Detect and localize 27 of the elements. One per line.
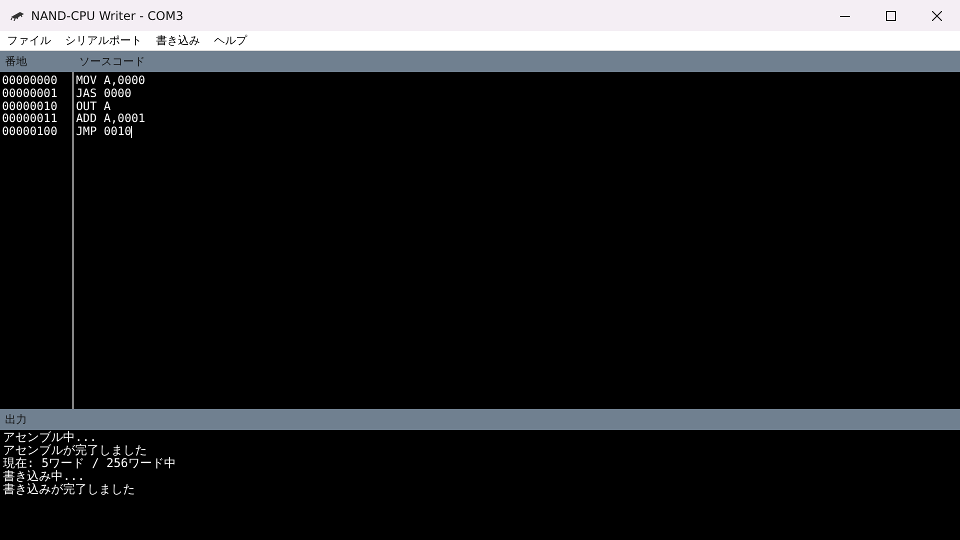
- log-line: アセンブル中...: [3, 431, 98, 444]
- log-line: 書き込み中...: [3, 470, 86, 483]
- address-text: 00000010: [1, 100, 58, 112]
- address-text: 00000100: [1, 125, 58, 138]
- code-line: ADD A,0001: [76, 111, 146, 126]
- code-line: JAS 0000: [76, 86, 132, 100]
- address-text: 00000000: [1, 74, 58, 87]
- maximize-icon: [886, 10, 896, 20]
- log-line: 書き込みが完了しました: [3, 483, 136, 496]
- code-line: OUT A: [76, 98, 111, 113]
- menu-item[interactable]: シリアルポート: [58, 33, 149, 48]
- output-header: 出力: [4, 412, 27, 427]
- code-line: MOV A,0000: [76, 73, 146, 87]
- code-editor[interactable]: MOV A,0000 JAS 0000 OUT A ADD A,0001 JMP 0010: [74, 72, 960, 409]
- column-header: 番地: [4, 54, 28, 69]
- window-title: NAND-CPU Writer - COM3: [31, 8, 184, 22]
- menu-item[interactable]: ファイル: [0, 33, 58, 48]
- menu-item[interactable]: 書き込み: [149, 33, 207, 48]
- address-text: 00000011: [1, 112, 58, 126]
- code-line: JMP 0010: [76, 124, 132, 138]
- log-line: アセンブルが完了しました: [3, 444, 148, 457]
- column-header: ソースコード: [78, 54, 145, 69]
- chip-icon: [9, 10, 25, 20]
- close-icon: [932, 10, 942, 20]
- log-line: 現在: 5ワード / 256ワード中: [3, 457, 178, 470]
- address-text: 00000001: [1, 86, 58, 100]
- menu-item[interactable]: ヘルプ: [207, 33, 254, 48]
